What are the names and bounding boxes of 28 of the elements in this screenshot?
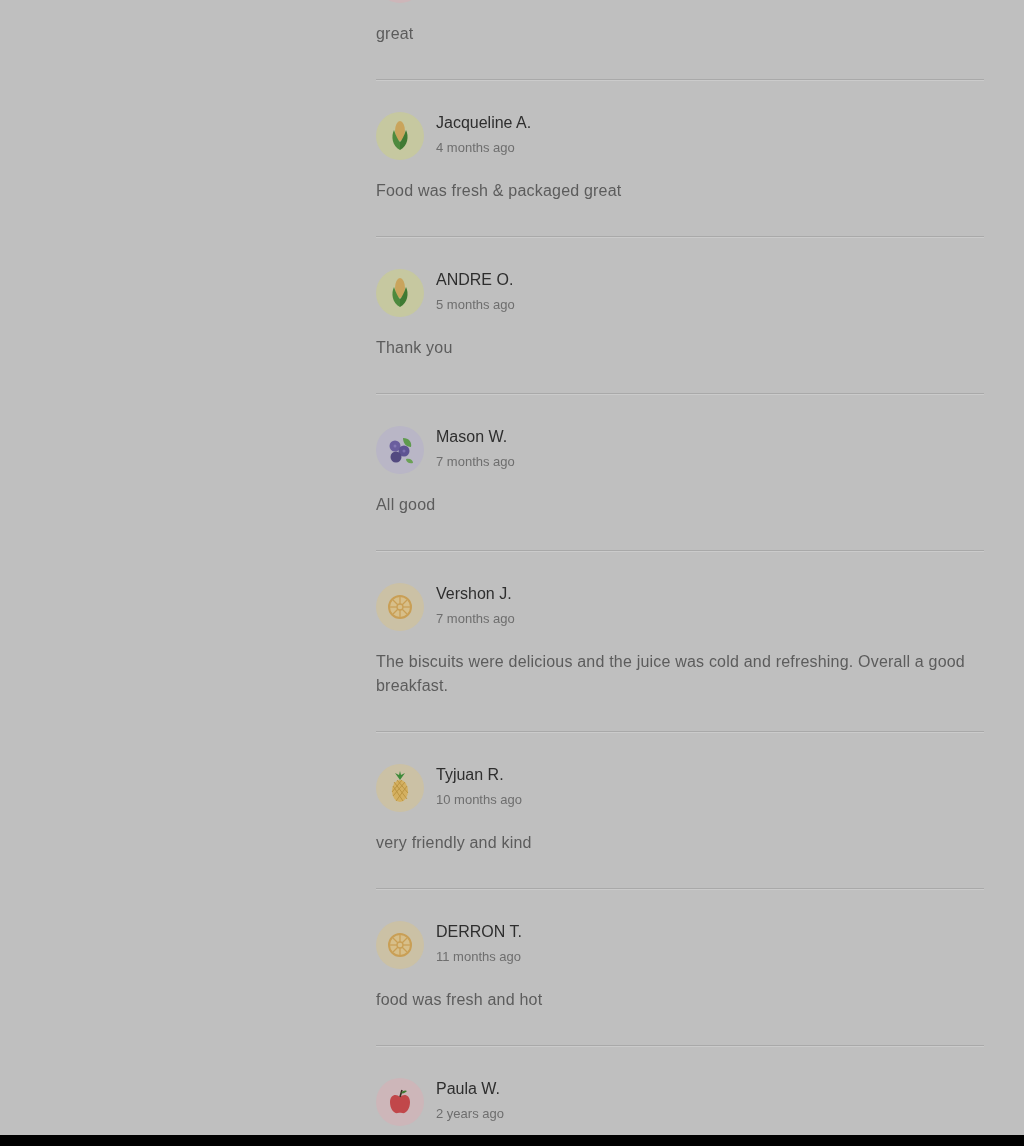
corn-icon xyxy=(376,112,424,160)
review-text: The biscuits were delicious and the juice was cold and refreshing. Overall a good breakfast. xyxy=(376,652,966,696)
review-date: 2 years ago xyxy=(436,1105,504,1123)
review-text: All good xyxy=(376,495,437,515)
reviewer-name: Jacqueline A. xyxy=(436,113,532,133)
review-date: 5 months ago xyxy=(436,296,515,314)
review-date: 4 months ago xyxy=(436,139,516,157)
reviewer-name: DERRON T. xyxy=(436,922,522,942)
blueberries-icon xyxy=(376,426,424,474)
reviewer-name: Tyjuan R. xyxy=(436,765,505,785)
review-date: 7 months ago xyxy=(436,453,515,471)
corn-icon xyxy=(376,269,424,317)
review-text: great xyxy=(376,24,415,44)
citrus-slice-icon xyxy=(376,583,424,631)
reviewer-name: ANDRE O. xyxy=(436,270,515,290)
review-date: 10 months ago xyxy=(436,791,522,809)
reviewer-name: Paula W. xyxy=(436,1079,502,1099)
review-text: very friendly and kind xyxy=(376,833,533,853)
review-date: 11 months ago xyxy=(436,948,522,966)
pineapple-icon xyxy=(376,764,424,812)
review-date: 7 months ago xyxy=(436,610,515,628)
reviewer-name: Mason W. xyxy=(436,427,509,447)
review-text: Food was fresh & packaged great xyxy=(376,181,623,201)
review-text: Thank you xyxy=(376,338,454,358)
citrus-slice-icon xyxy=(376,921,424,969)
reviewer-name: Vershon J. xyxy=(436,584,513,604)
review-text: food was fresh and hot xyxy=(376,990,544,1010)
apple-icon xyxy=(376,1078,424,1126)
